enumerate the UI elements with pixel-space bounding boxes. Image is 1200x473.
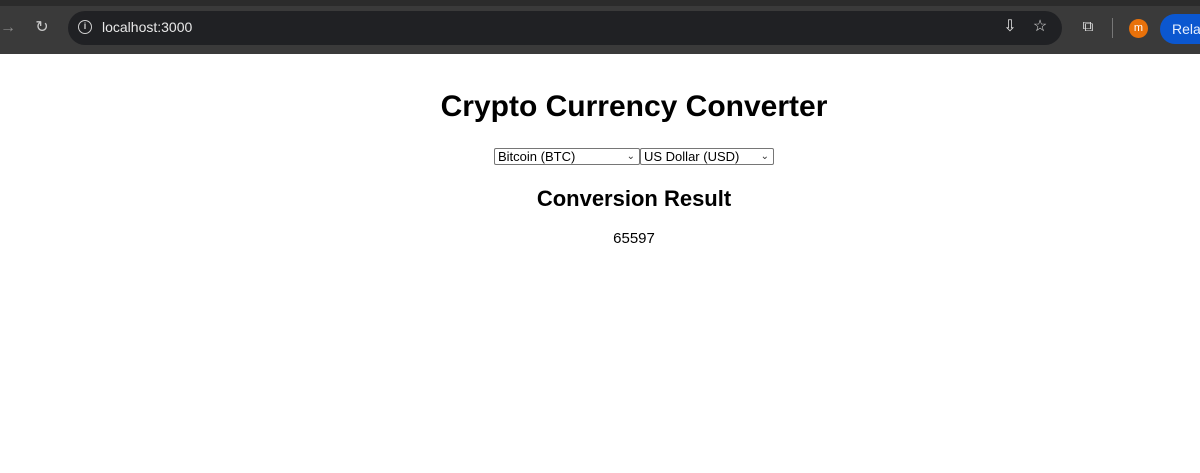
- install-app-icon[interactable]: ⇩: [1000, 17, 1020, 37]
- toolbar-divider: [1112, 18, 1113, 38]
- to-currency-select[interactable]: US Dollar (USD) ⌄: [640, 148, 774, 165]
- to-currency-value: US Dollar (USD): [644, 149, 740, 164]
- avatar[interactable]: m: [1129, 19, 1148, 38]
- forward-arrow-icon[interactable]: →: [0, 14, 22, 42]
- browser-toolbar: → ↻ i localhost:3000 ⇩ ☆ ⧉ m Relau: [0, 0, 1200, 54]
- converter-page: Crypto Currency Converter Bitcoin (BTC) …: [0, 54, 1200, 473]
- conversion-result: 65597: [613, 230, 655, 247]
- from-currency-select[interactable]: Bitcoin (BTC) ⌄: [494, 148, 640, 165]
- puzzle-icon[interactable]: ⧉: [1078, 17, 1098, 37]
- address-url[interactable]: localhost:3000: [102, 19, 192, 35]
- reload-icon[interactable]: ↻: [28, 14, 56, 42]
- result-heading: Conversion Result: [536, 186, 732, 211]
- from-currency-value: Bitcoin (BTC): [498, 149, 576, 164]
- relaunch-button[interactable]: Relau: [1160, 14, 1200, 44]
- chevron-down-icon: ⌄: [760, 151, 769, 162]
- info-icon[interactable]: i: [78, 20, 92, 34]
- currency-selects: Bitcoin (BTC) ⌄ US Dollar (USD) ⌄: [494, 148, 774, 165]
- page-title: Crypto Currency Converter: [440, 90, 828, 123]
- chevron-down-icon: ⌄: [626, 151, 635, 162]
- star-icon[interactable]: ☆: [1030, 17, 1050, 37]
- address-bar[interactable]: i localhost:3000 ⇩ ☆: [68, 11, 1062, 45]
